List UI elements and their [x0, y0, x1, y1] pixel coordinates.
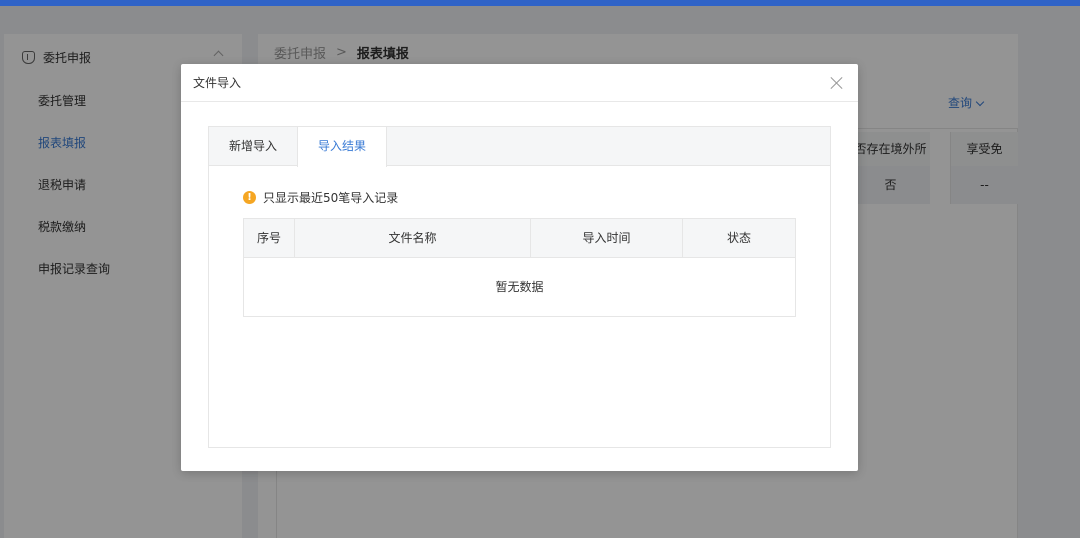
close-icon[interactable] [830, 76, 844, 90]
table-header-row: 序号 文件名称 导入时间 状态 [244, 219, 795, 258]
warning-icon: ! [243, 191, 256, 204]
tab-new-import[interactable]: 新增导入 [209, 127, 297, 166]
tab-bar: 新增导入 导入结果 [209, 127, 830, 167]
file-import-dialog: 文件导入 新增导入 导入结果 ! 只显示最近50笔导入记录 序号 文件名称 导入… [181, 64, 858, 471]
column-header-filename: 文件名称 [295, 219, 531, 257]
column-header-import-time: 导入时间 [531, 219, 683, 257]
dialog-header: 文件导入 [181, 64, 858, 102]
empty-state-text: 暂无数据 [495, 280, 544, 294]
notice: ! 只显示最近50笔导入记录 [243, 189, 398, 206]
column-header-index: 序号 [244, 219, 295, 257]
dialog-title: 文件导入 [193, 76, 242, 90]
import-result-table: 序号 文件名称 导入时间 状态 暂无数据 [243, 218, 796, 317]
tab-import-result[interactable]: 导入结果 [297, 127, 388, 167]
notice-text: 只显示最近50笔导入记录 [263, 191, 399, 205]
tab-panel: 新增导入 导入结果 ! 只显示最近50笔导入记录 序号 文件名称 导入时间 状态… [208, 126, 831, 448]
column-header-status: 状态 [726, 231, 751, 245]
